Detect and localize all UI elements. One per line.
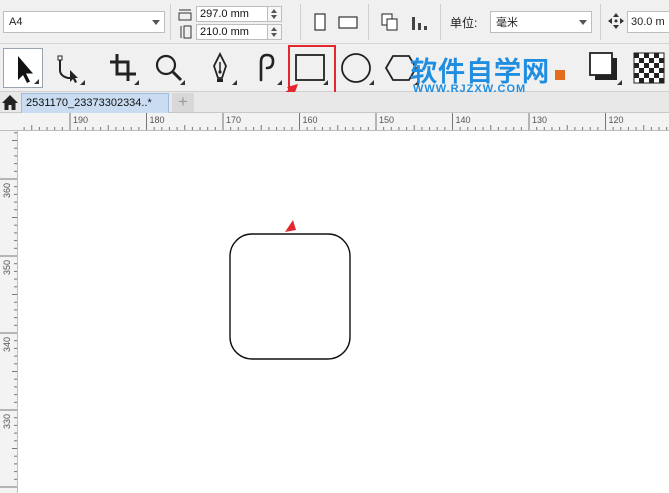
ruler-label: 350: [2, 260, 12, 275]
ruler-label: 190: [73, 115, 88, 125]
page-size-value: A4: [9, 16, 23, 28]
page-height-field[interactable]: 210.0 mm: [196, 23, 268, 40]
document-tab-bar: 2531170_23373302334..* +: [0, 92, 669, 113]
flyout-arrow-icon: [134, 80, 139, 85]
page-width-spinner[interactable]: [268, 5, 282, 22]
toolbar-divider: [170, 4, 171, 40]
ruler-label: 360: [2, 183, 12, 198]
toolbar-divider: [300, 4, 301, 40]
shape-tool-button[interactable]: [48, 48, 88, 88]
units-label: 单位:: [450, 16, 478, 30]
nudge-icon: [606, 11, 626, 31]
home-icon: [2, 95, 18, 110]
landscape-button[interactable]: [336, 10, 360, 34]
chevron-down-icon: [152, 20, 160, 25]
document-tab[interactable]: 2531170_23373302334..*: [21, 93, 169, 113]
ruler-label: 340: [2, 337, 12, 352]
add-tab-button[interactable]: +: [172, 93, 194, 112]
flyout-arrow-icon: [80, 80, 85, 85]
chevron-down-icon: [579, 20, 587, 25]
checkerboard-icon: [633, 52, 665, 84]
ruler-label: 160: [303, 115, 318, 125]
ruler-label: 170: [226, 115, 241, 125]
current-page-button[interactable]: [407, 10, 431, 34]
vertical-ruler[interactable]: 360 350 340 330: [0, 131, 18, 493]
zoom-tool-button[interactable]: [148, 48, 188, 88]
crop-tool-button[interactable]: [102, 48, 142, 88]
ruler-label: 150: [379, 115, 394, 125]
pen-tool-button[interactable]: [200, 48, 240, 88]
drop-shadow-tool-button[interactable]: [585, 48, 625, 88]
rounded-rectangle-shape[interactable]: [229, 233, 351, 360]
nudge-distance-field[interactable]: 30.0 m: [627, 11, 669, 33]
fill-swatch-icon: [555, 70, 565, 80]
portrait-button[interactable]: [308, 10, 332, 34]
flyout-arrow-icon: [34, 79, 39, 84]
landscape-icon: [338, 16, 358, 29]
flyout-arrow-icon: [369, 80, 374, 85]
current-page-icon: [412, 17, 427, 30]
toolbar-divider: [440, 4, 441, 40]
page-size-dropdown[interactable]: A4: [3, 11, 165, 33]
drawing-overlay: [229, 220, 351, 360]
page-height-row: 210.0 mm: [178, 23, 282, 40]
ellipse-tool-button[interactable]: [337, 48, 377, 88]
units-dropdown[interactable]: 毫米: [490, 11, 592, 33]
page-width-row: 297.0 mm: [178, 5, 282, 22]
page-width-icon: [178, 7, 192, 21]
page-height-spinner[interactable]: [268, 23, 282, 40]
page-width-field[interactable]: 297.0 mm: [196, 5, 268, 22]
all-pages-button[interactable]: [378, 10, 402, 34]
units-value: 毫米: [496, 17, 518, 29]
nudge-distance-value: 30.0 m: [631, 16, 665, 28]
page-height-icon: [178, 25, 192, 39]
home-button[interactable]: [0, 92, 20, 113]
flyout-arrow-icon: [180, 80, 185, 85]
property-bar: A4 297.0 mm 210.0 mm 单位: 毫米 30.0 m: [0, 0, 669, 44]
toolbar-divider: [368, 4, 369, 40]
flyout-arrow-icon: [232, 80, 237, 85]
pick-tool-button[interactable]: [3, 48, 43, 88]
ruler-label: 140: [456, 115, 471, 125]
ruler-label: 120: [609, 115, 624, 125]
ruler-label: 130: [532, 115, 547, 125]
flyout-arrow-icon: [617, 80, 622, 85]
horizontal-ruler[interactable]: 190 180 170 160 150 140 130 120: [0, 113, 669, 131]
transparency-tool-button[interactable]: [630, 48, 669, 88]
ruler-label: 330: [2, 414, 12, 429]
corner-indicator-icon: [285, 220, 296, 232]
portrait-icon: [314, 13, 326, 31]
all-pages-icon: [381, 13, 398, 31]
toolbar-divider: [600, 4, 601, 40]
ruler-label: 180: [150, 115, 165, 125]
